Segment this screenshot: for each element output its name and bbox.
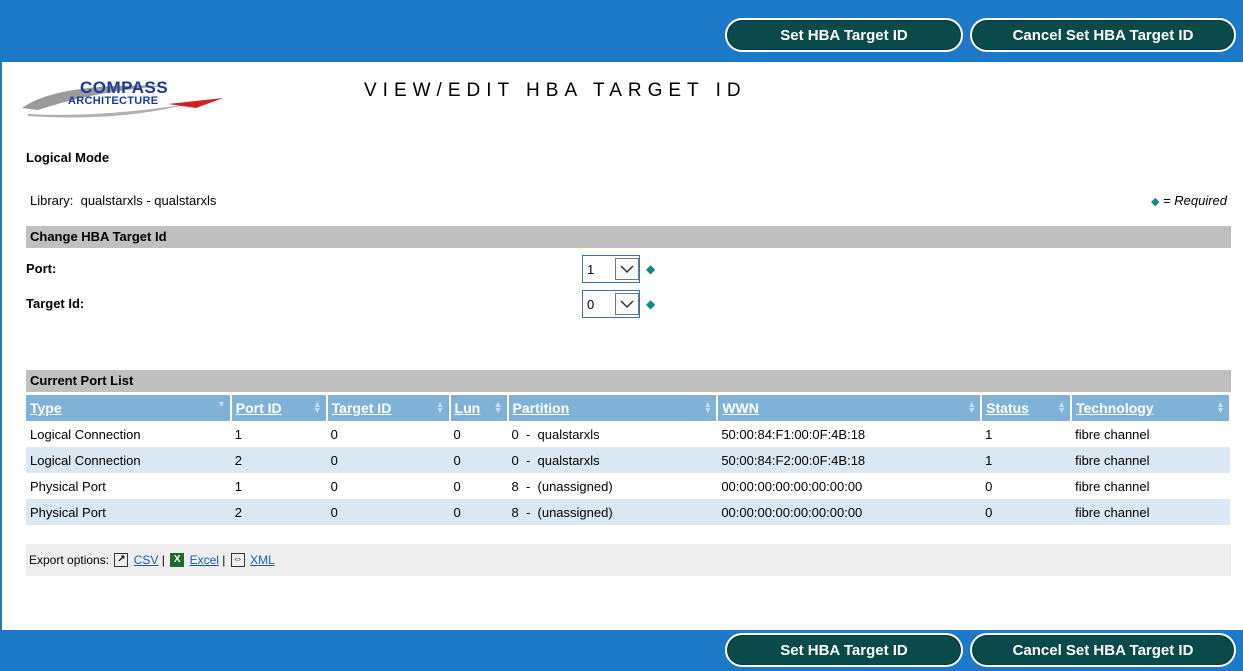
cancel-set-hba-target-id-button[interactable]: Cancel Set HBA Target ID	[970, 18, 1236, 52]
cell-target-id: 0	[326, 447, 450, 473]
cell-port-id: 2	[230, 447, 327, 473]
cell-partition: 0 - qualstarxls	[507, 421, 718, 447]
sort-icon: ▲ ▼	[435, 399, 445, 415]
export-csv-link[interactable]: CSV	[134, 553, 159, 567]
cell-type: Physical Port	[26, 473, 231, 499]
cell-status: 0	[981, 499, 1072, 525]
port-label: Port:	[26, 261, 57, 276]
column-header-port-id[interactable]: Port ID ▲ ▼	[230, 395, 328, 421]
export-xml-link[interactable]: XML	[250, 553, 275, 567]
cell-partition: 8 - (unassigned)	[507, 473, 718, 499]
mode-label: Logical Mode	[26, 150, 110, 165]
library-label: Library:	[30, 193, 74, 208]
cell-partition: 8 - (unassigned)	[507, 499, 718, 525]
cell-target-id: 0	[326, 421, 450, 447]
cell-target-id: 0	[326, 499, 450, 525]
column-header-technology[interactable]: Technology ▲ ▼	[1071, 395, 1231, 421]
column-header-type[interactable]: Type ▼	[26, 395, 232, 421]
library-value: qualstarxls - qualstarxls	[80, 193, 217, 208]
page-title: VIEW/EDIT HBA TARGET ID	[364, 80, 747, 101]
target-id-select-value: 0	[587, 296, 595, 312]
set-hba-target-id-button[interactable]: Set HBA Target ID	[725, 18, 963, 52]
cell-wwn: 50:00:84:F2:00:0F:4B:18	[717, 447, 982, 473]
cell-technology: fibre channel	[1071, 499, 1230, 525]
cell-lun: 0	[449, 447, 508, 473]
cell-port-id: 1	[230, 421, 327, 447]
export-label: Export options:	[29, 553, 110, 567]
compass-architecture-logo: COMPASS ARCHITECTURE	[18, 74, 228, 122]
port-list-header: Current Port List	[26, 370, 1231, 392]
table-row: Logical Connection 2 0 0 0 - qualstarxls…	[26, 447, 1230, 473]
cell-status: 1	[981, 421, 1072, 447]
cell-lun: 0	[449, 473, 508, 499]
required-arrow-icon: ◆	[646, 262, 656, 276]
chevron-down-icon[interactable]	[615, 293, 639, 315]
export-excel-link[interactable]: Excel	[190, 553, 219, 567]
table-row: Logical Connection 1 0 0 0 - qualstarxls…	[26, 421, 1230, 447]
csv-icon[interactable]: ↗	[114, 552, 129, 567]
sort-icon: ▲ ▼	[1216, 399, 1225, 415]
required-legend-text: = Required	[1163, 193, 1227, 208]
cell-wwn: 00:00:00:00:00:00:00:00	[717, 499, 982, 525]
left-border	[0, 62, 2, 630]
port-select-value: 1	[587, 261, 595, 277]
export-options: Export options: ↗ CSV | X Excel | ⇔ XML	[26, 544, 1231, 576]
port-select[interactable]: 1	[582, 255, 640, 283]
table-row: Physical Port 2 0 0 8 - (unassigned) 00:…	[26, 499, 1230, 525]
top-toolbar: Set HBA Target ID Cancel Set HBA Target …	[0, 0, 1243, 62]
cell-technology: fibre channel	[1071, 473, 1230, 499]
required-arrow-icon: ◆	[1150, 196, 1160, 208]
cell-lun: 0	[449, 421, 508, 447]
cell-type: Logical Connection	[26, 421, 231, 447]
target-id-select[interactable]: 0	[582, 290, 640, 318]
cell-wwn: 00:00:00:00:00:00:00:00	[717, 473, 982, 499]
table-header-row: Type ▼ Port ID ▲ ▼ Target ID ▲ ▼ Lun ▲ ▼ Partit…	[26, 395, 1231, 421]
table-row: Physical Port 1 0 0 8 - (unassigned) 00:…	[26, 473, 1230, 499]
cell-lun: 0	[449, 499, 508, 525]
port-table: Type ▼ Port ID ▲ ▼ Target ID ▲ ▼ Lun ▲ ▼ Partit…	[26, 395, 1231, 525]
chevron-down-icon[interactable]	[615, 258, 639, 280]
bottom-toolbar: Set HBA Target ID Cancel Set HBA Target …	[0, 630, 1243, 671]
cell-type: Logical Connection	[26, 447, 231, 473]
xml-icon[interactable]: ⇔	[230, 552, 245, 567]
required-legend: ◆ = Required	[1151, 193, 1227, 208]
target-id-label: Target Id:	[26, 296, 85, 311]
cell-technology: fibre channel	[1071, 447, 1230, 473]
cell-type: Physical Port	[26, 499, 231, 525]
excel-icon[interactable]: X	[170, 552, 185, 567]
column-header-lun[interactable]: Lun ▲ ▼	[449, 395, 509, 421]
cell-partition: 0 - qualstarxls	[507, 447, 718, 473]
cancel-set-hba-target-id-button[interactable]: Cancel Set HBA Target ID	[970, 633, 1236, 667]
export-separator: |	[161, 553, 165, 567]
column-header-wwn[interactable]: WWN ▲ ▼	[717, 395, 983, 421]
cell-port-id: 2	[230, 499, 327, 525]
required-arrow-icon: ◆	[646, 297, 656, 311]
cell-status: 1	[981, 447, 1072, 473]
sort-icon: ▲ ▼	[312, 399, 322, 415]
column-header-partition[interactable]: Partition ▲ ▼	[507, 395, 719, 421]
cell-status: 0	[981, 473, 1072, 499]
library-line: Library: qualstarxls - qualstarxls	[30, 193, 216, 208]
set-hba-target-id-button[interactable]: Set HBA Target ID	[725, 633, 963, 667]
column-header-target-id[interactable]: Target ID ▲ ▼	[326, 395, 451, 421]
cell-technology: fibre channel	[1071, 421, 1230, 447]
sort-icon: ▲ ▼	[967, 399, 977, 415]
logo-line2: ARCHITECTURE	[68, 95, 159, 107]
cell-target-id: 0	[326, 473, 450, 499]
column-header-status[interactable]: Status ▲ ▼	[981, 395, 1073, 421]
change-section-header: Change HBA Target Id	[26, 226, 1231, 248]
sort-icon: ▲ ▼	[703, 399, 713, 415]
cell-wwn: 50:00:84:F1:00:0F:4B:18	[717, 421, 982, 447]
cell-port-id: 1	[230, 473, 327, 499]
sort-icon: ▲ ▼	[1057, 399, 1067, 415]
sort-icon: ▼	[216, 399, 226, 409]
sort-icon: ▲ ▼	[493, 399, 503, 415]
export-separator: |	[222, 553, 226, 567]
